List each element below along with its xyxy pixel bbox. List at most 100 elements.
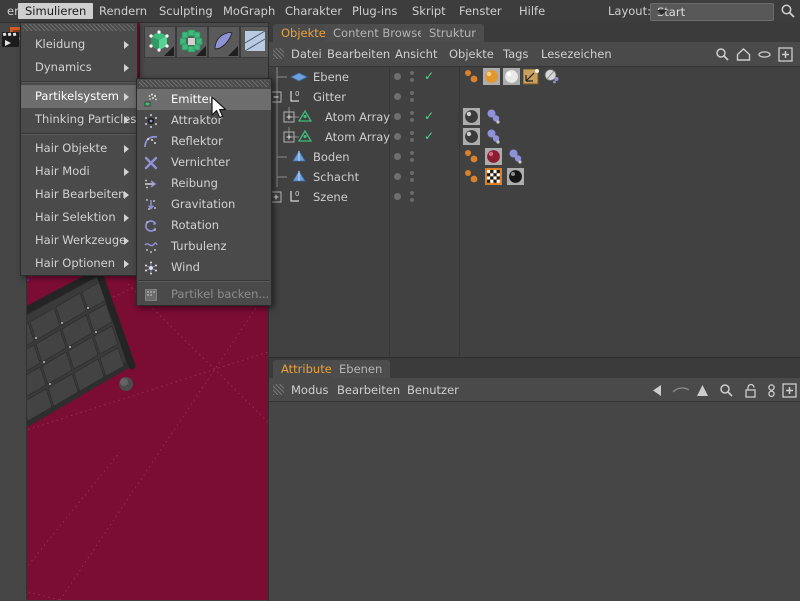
plus-box-icon[interactable] bbox=[778, 47, 793, 62]
submenu-reibung[interactable]: Reibung bbox=[137, 173, 271, 194]
submenu-attraktor[interactable]: Attraktor bbox=[137, 110, 271, 131]
material-sphere-dark-icon[interactable] bbox=[463, 128, 480, 145]
table-row[interactable]: Boden bbox=[269, 147, 800, 167]
menu-item-sculpting[interactable]: Sculpting bbox=[152, 3, 220, 19]
search-icon[interactable] bbox=[715, 47, 730, 62]
compositing-icon[interactable] bbox=[543, 68, 560, 85]
menu-hair-optionen[interactable]: Hair Optionen bbox=[21, 252, 137, 275]
visibility-render-dot-top[interactable] bbox=[410, 151, 414, 155]
texture-axis-icon[interactable] bbox=[523, 69, 540, 86]
submenu-turbulenz[interactable]: Turbulenz bbox=[137, 236, 271, 257]
search-icon[interactable] bbox=[719, 383, 734, 398]
menu-item-skript[interactable]: Skript bbox=[405, 3, 453, 19]
am-menu-bearbeiten[interactable]: Bearbeiten bbox=[337, 383, 400, 397]
simulieren-dropdown-menu[interactable]: Kleidung Dynamics Partikelsystem Thinkin… bbox=[20, 22, 138, 276]
table-row[interactable]: Schacht bbox=[269, 167, 800, 187]
material-orange-small-icon[interactable] bbox=[463, 148, 480, 165]
om-menu-ansicht[interactable]: Ansicht bbox=[395, 47, 437, 61]
menu-item-simulieren[interactable]: Simulieren bbox=[18, 3, 94, 19]
cube-primitive-button[interactable] bbox=[144, 26, 176, 58]
table-row[interactable]: Atom Array ✓ bbox=[269, 127, 800, 147]
visibility-render-dot-top[interactable] bbox=[410, 171, 414, 175]
panel-grip-handle[interactable] bbox=[273, 48, 284, 59]
menu-item-rendern[interactable]: Rendern bbox=[92, 3, 154, 19]
menu-tearoff-handle[interactable] bbox=[23, 24, 135, 31]
pin-icon[interactable] bbox=[764, 383, 779, 398]
object-manager-tabs[interactable]: Objekte Content Browser Struktur bbox=[269, 22, 800, 42]
menu-item-fenster[interactable]: Fenster bbox=[452, 3, 509, 19]
enabled-check-icon[interactable]: ✓ bbox=[424, 109, 434, 123]
layout-dropdown[interactable]: Start bbox=[650, 3, 774, 21]
material-sphere-red-icon[interactable] bbox=[485, 148, 502, 165]
menu-item-mograph[interactable]: MoGraph bbox=[216, 3, 282, 19]
up-arrow-icon[interactable] bbox=[695, 383, 710, 398]
submenu-partikel-backen[interactable]: Partikel backen... bbox=[137, 284, 271, 305]
main-menu-bar[interactable]: en Simulieren Rendern Sculpting MoGraph … bbox=[0, 0, 800, 23]
menu-item-charakter[interactable]: Charakter bbox=[278, 3, 349, 19]
visibility-editor-dot[interactable] bbox=[394, 73, 401, 80]
submenu-wind[interactable]: Wind bbox=[137, 257, 271, 278]
visibility-editor-dot[interactable] bbox=[394, 133, 401, 140]
plus-box-icon[interactable] bbox=[782, 383, 797, 398]
eye-icon[interactable] bbox=[757, 47, 772, 62]
spline-flyout-arrow[interactable] bbox=[228, 46, 238, 56]
phong-tag-icon[interactable] bbox=[507, 148, 524, 165]
visibility-render-dot-top[interactable] bbox=[410, 71, 414, 75]
menu-hair-modi[interactable]: Hair Modi bbox=[21, 160, 137, 183]
visibility-render-dot-bottom[interactable] bbox=[410, 118, 414, 122]
visibility-editor-dot[interactable] bbox=[394, 193, 401, 200]
menu-hair-objekte[interactable]: Hair Objekte bbox=[21, 137, 137, 160]
visibility-render-dot-bottom[interactable] bbox=[410, 138, 414, 142]
visibility-editor-dot[interactable] bbox=[394, 173, 401, 180]
phong-tag-icon[interactable] bbox=[485, 128, 502, 145]
om-menu-lesezeichen[interactable]: Lesezeichen bbox=[541, 47, 612, 61]
visibility-render-dot-bottom[interactable] bbox=[410, 178, 414, 182]
forward-arrow-icon[interactable] bbox=[671, 383, 691, 398]
search-icon[interactable] bbox=[780, 3, 796, 19]
menu-dynamics[interactable]: Dynamics bbox=[21, 56, 137, 79]
menu-hair-werkzeuge[interactable]: Hair Werkzeuge bbox=[21, 229, 137, 252]
visibility-editor-dot[interactable] bbox=[394, 113, 401, 120]
visibility-render-dot-bottom[interactable] bbox=[410, 158, 414, 162]
table-row[interactable]: Ebene ✓ bbox=[269, 67, 800, 87]
material-sphere-black-icon[interactable] bbox=[507, 168, 524, 185]
array-flyout-arrow[interactable] bbox=[196, 46, 206, 56]
home-icon[interactable] bbox=[736, 47, 751, 62]
cube-flyout-arrow[interactable] bbox=[164, 46, 174, 56]
menu-hair-bearbeiten[interactable]: Hair Bearbeiten bbox=[21, 183, 137, 206]
visibility-render-dot-bottom[interactable] bbox=[410, 198, 414, 202]
submenu-gravitation[interactable]: Gravitation bbox=[137, 194, 271, 215]
menu-partikelsystem[interactable]: Partikelsystem bbox=[21, 85, 137, 108]
object-manager-menubar[interactable]: Datei Bearbeiten Ansicht Objekte Tags Le… bbox=[269, 42, 800, 67]
visibility-render-dot-bottom[interactable] bbox=[410, 78, 414, 82]
menu-hair-selektion[interactable]: Hair Selektion bbox=[21, 206, 137, 229]
tab-struktur[interactable]: Struktur bbox=[421, 24, 485, 42]
submenu-emitter[interactable]: Emitter bbox=[137, 89, 271, 110]
submenu-reflektor[interactable]: Reflektor bbox=[137, 131, 271, 152]
om-menu-objekte[interactable]: Objekte bbox=[449, 47, 494, 61]
am-menu-benutzer[interactable]: Benutzer bbox=[407, 383, 459, 397]
back-arrow-icon[interactable] bbox=[652, 383, 672, 398]
menu-kleidung[interactable]: Kleidung bbox=[21, 33, 137, 56]
visibility-render-dot-top[interactable] bbox=[410, 191, 414, 195]
visibility-render-dot-top[interactable] bbox=[410, 111, 414, 115]
primitives-toolbar[interactable] bbox=[140, 22, 408, 96]
material-sphere-dark-icon[interactable] bbox=[463, 108, 480, 125]
visibility-render-dot-top[interactable] bbox=[410, 91, 414, 95]
om-menu-datei[interactable]: Datei bbox=[291, 47, 322, 61]
tab-attribute[interactable]: Attribute bbox=[273, 360, 340, 378]
visibility-render-dot-bottom[interactable] bbox=[410, 98, 414, 102]
object-tree[interactable]: Ebene ✓ 0 Gitter Atom Array ✓ Atom Array… bbox=[269, 67, 800, 356]
menu-item-hilfe[interactable]: Hilfe bbox=[512, 3, 552, 19]
enabled-check-icon[interactable]: ✓ bbox=[424, 69, 434, 83]
om-menu-tags[interactable]: Tags bbox=[503, 47, 528, 61]
visibility-editor-dot[interactable] bbox=[394, 93, 401, 100]
attribute-manager-menubar[interactable]: Modus Bearbeiten Benutzer bbox=[269, 378, 800, 402]
enabled-check-icon[interactable]: ✓ bbox=[424, 129, 434, 143]
menu-item-plugins[interactable]: Plug-ins bbox=[345, 3, 404, 19]
table-row[interactable]: 0 Gitter bbox=[269, 87, 800, 107]
attribute-manager-body[interactable] bbox=[269, 402, 800, 601]
table-row[interactable]: 0 Szene bbox=[269, 187, 800, 207]
array-object-button[interactable] bbox=[176, 26, 208, 58]
panel-grip-handle[interactable] bbox=[273, 384, 284, 395]
